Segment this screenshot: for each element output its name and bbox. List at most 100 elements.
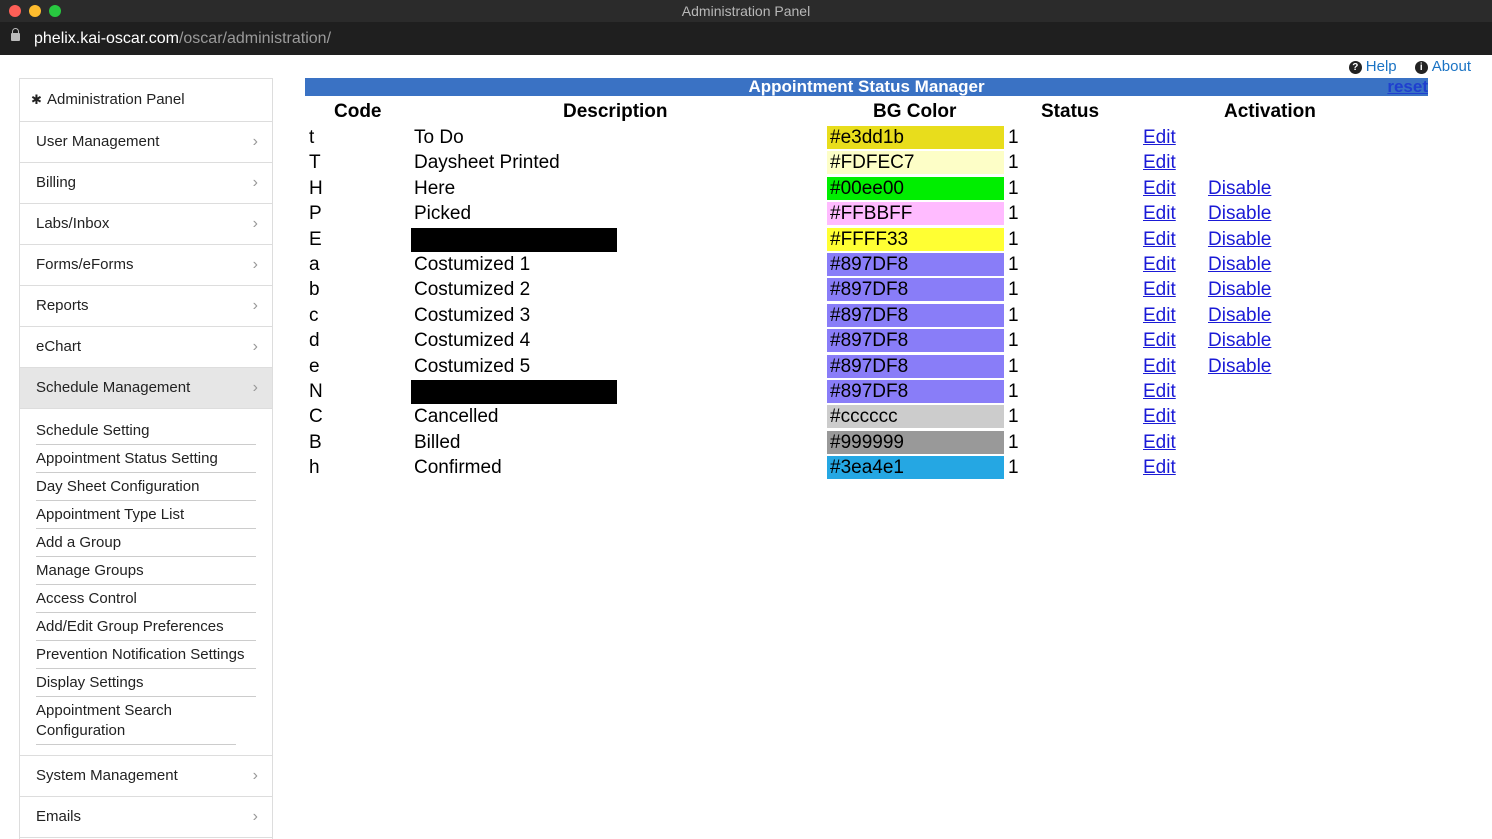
submenu-item-appointment-search-configuration[interactable]: Appointment Search Configuration [36, 697, 236, 745]
table-row: c Costumized 3 #897DF8 1 Edit Disable [0, 303, 1492, 328]
status-code: T [309, 152, 321, 174]
disable-link[interactable]: Disable [1208, 328, 1271, 353]
status-value: 1 [1008, 177, 1019, 199]
question-circle-icon: ? [1348, 61, 1362, 74]
column-header-code: Code [334, 101, 382, 122]
sidebar-item-label: System Management [36, 767, 178, 784]
close-window-button[interactable] [9, 5, 21, 17]
status-code: H [309, 177, 323, 199]
status-value: 1 [1008, 381, 1019, 402]
edit-link[interactable]: Edit [1143, 303, 1176, 328]
help-link-label: Help [1365, 58, 1397, 75]
redacted-description [411, 227, 617, 252]
edit-link[interactable]: Edit [1143, 277, 1176, 302]
about-link-label: About [1431, 58, 1471, 75]
table-row: C Cancelled #cccccc 1 Edit [0, 404, 1492, 429]
disable-link[interactable]: Disable [1208, 252, 1271, 277]
submenu-item-prevention-notification-settings[interactable]: Prevention Notification Settings [36, 641, 256, 669]
edit-link[interactable]: Edit [1143, 455, 1176, 480]
reset-link[interactable]: reset [1387, 78, 1428, 96]
table-row: H Here #00ee00 1 Edit Disable [0, 176, 1492, 201]
status-value: 1 [1008, 457, 1019, 479]
color-swatch: #FDFEC7 [827, 151, 1004, 175]
edit-link[interactable]: Edit [1143, 379, 1176, 404]
submenu-item-group-preferences[interactable]: Add/Edit Group Preferences [36, 613, 256, 641]
sidebar-item-system-management[interactable]: System Management › [20, 756, 272, 797]
address-bar[interactable]: phelix.kai-oscar.com/oscar/administratio… [0, 22, 1492, 55]
column-header-description: Description [563, 101, 668, 122]
status-description: Costumized 1 [414, 254, 531, 275]
table-row: E #FFFF33 1 Edit Disable [0, 227, 1492, 252]
status-description: Here [414, 177, 456, 199]
status-code: c [309, 304, 319, 326]
about-link[interactable]: i About [1414, 58, 1471, 75]
status-description: Picked [414, 203, 472, 225]
window-titlebar: Administration Panel [0, 0, 1492, 22]
edit-link[interactable]: Edit [1143, 328, 1176, 353]
edit-link[interactable]: Edit [1143, 430, 1176, 455]
status-code: P [309, 203, 322, 225]
submenu-item-access-control[interactable]: Access Control [36, 585, 256, 613]
edit-link[interactable]: Edit [1143, 252, 1176, 277]
disable-link[interactable]: Disable [1208, 303, 1271, 328]
edit-link[interactable]: Edit [1143, 125, 1176, 150]
submenu-item-appointment-type-list[interactable]: Appointment Type List [36, 501, 256, 529]
help-link[interactable]: ? Help [1348, 58, 1397, 75]
table-row: N #897DF8 1 Edit [0, 379, 1492, 404]
sidebar-header-label: Administration Panel [47, 91, 185, 108]
lock-icon [11, 28, 20, 41]
table-row: b Costumized 2 #897DF8 1 Edit Disable [0, 277, 1492, 302]
url-text[interactable]: phelix.kai-oscar.com/oscar/administratio… [34, 22, 331, 55]
edit-link[interactable]: Edit [1143, 227, 1176, 252]
status-value: 1 [1008, 304, 1019, 326]
edit-link[interactable]: Edit [1143, 354, 1176, 379]
chevron-right-icon: › [252, 767, 258, 784]
disable-link[interactable]: Disable [1208, 277, 1271, 302]
color-swatch: #FFFF33 [827, 227, 1004, 251]
color-swatch: #897DF8 [827, 303, 1004, 327]
color-swatch: #999999 [827, 430, 1004, 454]
edit-link[interactable]: Edit [1143, 150, 1176, 175]
status-code: h [309, 457, 320, 479]
disable-link[interactable]: Disable [1208, 354, 1271, 379]
submenu-item-add-a-group[interactable]: Add a Group [36, 529, 256, 557]
page-title: Appointment Status Manager [748, 77, 985, 96]
status-value: 1 [1008, 431, 1019, 453]
top-links: ? Help i About [1335, 58, 1471, 75]
status-description: Costumized 4 [414, 330, 531, 352]
status-code: N [309, 381, 323, 402]
edit-link[interactable]: Edit [1143, 201, 1176, 226]
chevron-right-icon: › [252, 808, 258, 825]
color-swatch: #cccccc [827, 405, 1004, 429]
status-code: B [309, 431, 322, 453]
window-title: Administration Panel [681, 3, 811, 19]
status-description: Costumized 3 [414, 304, 531, 326]
sidebar-item-emails[interactable]: Emails › [20, 797, 272, 838]
status-description: Billed [414, 431, 461, 453]
minimize-window-button[interactable] [29, 5, 41, 17]
disable-link[interactable]: Disable [1208, 227, 1271, 252]
submenu-item-display-settings[interactable]: Display Settings [36, 669, 256, 697]
edit-link[interactable]: Edit [1143, 404, 1176, 429]
disable-link[interactable]: Disable [1208, 176, 1271, 201]
color-swatch: #FFBBFF [827, 202, 1004, 226]
color-swatch: #897DF8 [827, 380, 1004, 403]
column-header-status: Status [1041, 101, 1100, 122]
status-code: E [309, 228, 322, 250]
status-description: Confirmed [414, 457, 502, 479]
page-title-banner: Appointment Status Manager reset [305, 78, 1428, 96]
zoom-window-button[interactable] [49, 5, 61, 17]
status-description: Costumized 2 [414, 279, 531, 301]
table-row: a Costumized 1 #897DF8 1 Edit Disable [0, 252, 1492, 277]
status-code: e [309, 355, 320, 377]
disable-link[interactable]: Disable [1208, 201, 1271, 226]
status-code: a [309, 254, 320, 275]
url-path: /oscar/administration/ [178, 30, 332, 47]
edit-link[interactable]: Edit [1143, 176, 1176, 201]
table-row: P Picked #FFBBFF 1 Edit Disable [0, 201, 1492, 226]
color-swatch: #e3dd1b [827, 126, 1004, 149]
column-header-bg-color: BG Color [873, 101, 957, 122]
table-row: T Daysheet Printed #FDFEC7 1 Edit [0, 150, 1492, 175]
color-swatch: #3ea4e1 [827, 456, 1004, 480]
submenu-item-manage-groups[interactable]: Manage Groups [36, 557, 256, 585]
